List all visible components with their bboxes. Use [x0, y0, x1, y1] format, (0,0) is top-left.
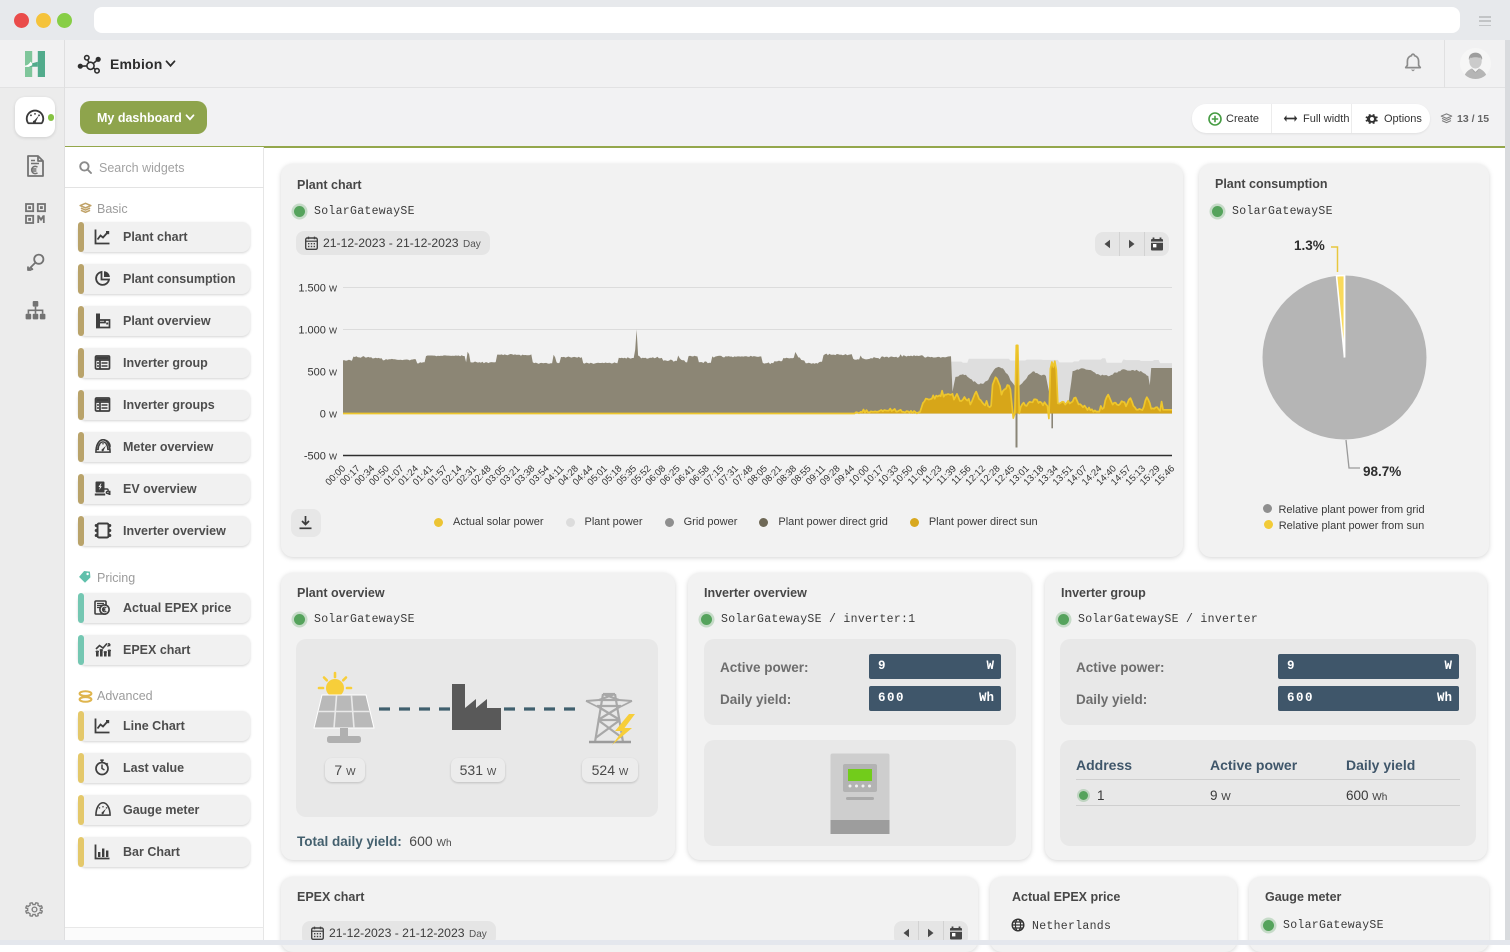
- svg-text:500 W: 500 W: [308, 367, 337, 379]
- svg-text:-500 W: -500 W: [304, 451, 337, 463]
- svg-text:0 W: 0 W: [320, 409, 337, 421]
- svg-text:1.000 W: 1.000 W: [298, 325, 337, 337]
- svg-text:1.500 W: 1.500 W: [298, 283, 337, 295]
